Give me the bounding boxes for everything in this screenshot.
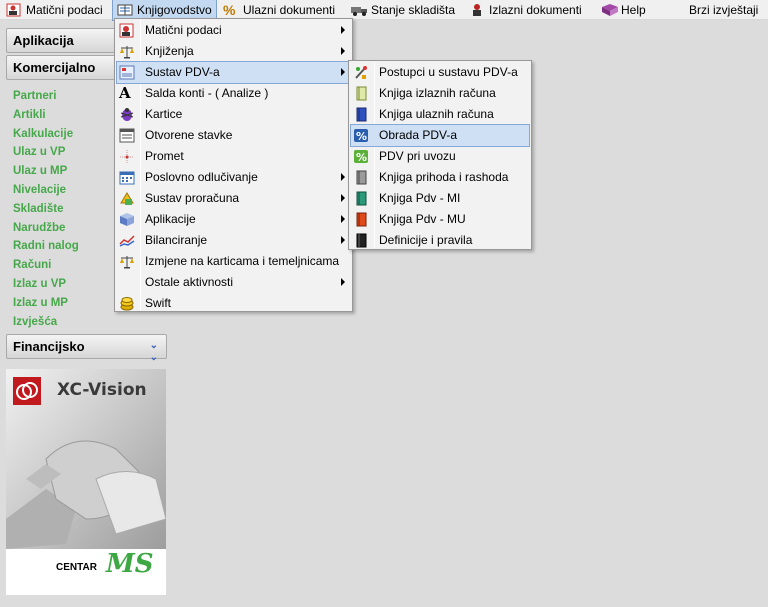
- worker-icon: [469, 3, 485, 17]
- xc-logo-mark-icon: [13, 377, 41, 405]
- list-window-icon: [119, 128, 135, 143]
- menuitem-knjiga-pdv-mu[interactable]: Knjiga Pdv - MU: [351, 209, 529, 230]
- knjigovodstvo-dropdown: Matični podaci Knjiženja Sustav PDV-a A …: [114, 18, 353, 312]
- svg-text:%: %: [356, 151, 367, 164]
- menuitem-knjizenja[interactable]: Knjiženja: [117, 41, 350, 62]
- menuitem-salda-konti[interactable]: A Salda konti - ( Analize ): [117, 83, 350, 104]
- submenu-arrow-icon: [341, 173, 345, 181]
- help-book-icon: [601, 3, 618, 17]
- menuitem-pdv-pri-uvozu[interactable]: % PDV pri uvozu: [351, 146, 529, 167]
- chevron-double-down-icon[interactable]: ⌄ ⌄: [150, 340, 158, 364]
- sidebar-link-radni-nalog[interactable]: Radni nalog: [13, 237, 79, 256]
- sidebar-link-skladiste[interactable]: Skladište: [13, 200, 79, 219]
- menuitem-knjiga-pdv-mi[interactable]: Knjiga Pdv - MI: [351, 188, 529, 209]
- menu-brzi-izvjestaji[interactable]: Brzi izvještaji: [685, 0, 762, 20]
- menuitem-definicije-pravila[interactable]: Definicije i pravila: [351, 230, 529, 251]
- scales-icon: [119, 44, 135, 59]
- letter-a-icon: A: [119, 84, 131, 102]
- book-red-icon: [353, 212, 369, 227]
- main-menubar: Matični podaci Knjigovodstvo % Ulazni do…: [0, 0, 768, 21]
- menu-ulazni-dokumenti[interactable]: % Ulazni dokumenti: [219, 0, 339, 20]
- submenu-arrow-icon: [341, 26, 345, 34]
- book-teal-icon: [353, 191, 369, 206]
- menuitem-kartice[interactable]: Kartice: [117, 104, 350, 125]
- book-gray-icon: [353, 170, 369, 185]
- submenu-arrow-icon: [341, 194, 345, 202]
- menuitem-obrada-pdv[interactable]: % Obrada PDV-a: [350, 124, 530, 147]
- xc-vision-logo-panel: XC-Vision CENTAR MS: [6, 369, 166, 595]
- menuitem-maticni-podaci[interactable]: Matični podaci: [117, 20, 350, 41]
- menuitem-swift[interactable]: Swift: [117, 293, 350, 314]
- sidebar-link-izlaz-vp[interactable]: Izlaz u VP: [13, 275, 79, 294]
- ledger-icon: [117, 3, 133, 17]
- menu-stanje-skladista[interactable]: Stanje skladišta: [347, 0, 459, 20]
- tools-icon: [353, 65, 369, 80]
- book-green-icon: [353, 86, 369, 101]
- scales-icon: [119, 254, 135, 269]
- percent-blue-icon: %: [353, 128, 369, 143]
- sidebar-link-partneri[interactable]: Partneri: [13, 87, 79, 106]
- menuitem-ostale-aktivnosti[interactable]: Ostale aktivnosti: [117, 272, 350, 293]
- calendar-grid-icon: [119, 170, 135, 185]
- menuitem-postupci-pdv[interactable]: Postupci u sustavu PDV-a: [351, 62, 529, 83]
- sidebar-link-artikli[interactable]: Artikli: [13, 106, 79, 125]
- brand-name: XC-Vision: [57, 380, 147, 400]
- person-card-icon: [6, 3, 22, 17]
- calculator-icon: [119, 191, 135, 206]
- centar-text: CENTAR: [56, 562, 97, 573]
- menuitem-knjiga-ulaznih[interactable]: Knjiga ulaznih računa: [351, 104, 529, 125]
- menuitem-knjiga-izlaznih[interactable]: Knjiga izlaznih računa: [351, 83, 529, 104]
- sidebar-link-izlaz-mp[interactable]: Izlaz u MP: [13, 294, 79, 313]
- sidebar-link-ulaz-vp[interactable]: Ulaz u VP: [13, 143, 79, 162]
- submenu-arrow-icon: [341, 236, 345, 244]
- sidebar-link-narudzbe[interactable]: Narudžbe: [13, 219, 79, 238]
- chart-line-icon: [119, 233, 135, 248]
- cube-icon: [119, 212, 135, 227]
- submenu-arrow-icon: [341, 68, 345, 76]
- sustav-pdv-submenu: Postupci u sustavu PDV-a Knjiga izlaznih…: [348, 60, 532, 250]
- crosshair-icon: [119, 149, 135, 164]
- menuitem-izmjene-na-karticama[interactable]: Izmjene na karticama i temeljnicama: [117, 251, 350, 272]
- sidebar-link-izvjesca[interactable]: Izvješća: [13, 313, 79, 332]
- menuitem-aplikacije[interactable]: Aplikacije: [117, 209, 350, 230]
- menu-help[interactable]: Help: [597, 0, 650, 20]
- sidebar-link-racuni[interactable]: Računi: [13, 256, 79, 275]
- menuitem-knjiga-prihoda[interactable]: Knjiga prihoda i rashoda: [351, 167, 529, 188]
- percent-icon: %: [223, 2, 236, 18]
- menuitem-otvorene-stavke[interactable]: Otvorene stavke: [117, 125, 350, 146]
- menuitem-poslovno-odlucivanje[interactable]: Poslovno odlučivanje: [117, 167, 350, 188]
- menuitem-sustav-pdv[interactable]: Sustav PDV-a: [116, 61, 351, 84]
- coins-icon: [119, 296, 135, 311]
- menuitem-sustav-proracuna[interactable]: Sustav proračuna: [117, 188, 350, 209]
- book-black-icon: [353, 233, 369, 248]
- menu-maticni-podaci[interactable]: Matični podaci: [2, 0, 107, 20]
- submenu-arrow-icon: [341, 215, 345, 223]
- submenu-arrow-icon: [341, 47, 345, 55]
- menu-izlazni-dokumenti[interactable]: Izlazni dokumenti: [465, 0, 586, 20]
- sidebar-link-kalkulacije[interactable]: Kalkulacije: [13, 125, 79, 144]
- ms-mark: MS: [106, 549, 154, 579]
- menu-knjigovodstvo[interactable]: Knjigovodstvo: [112, 0, 217, 21]
- tax-form-icon: [119, 65, 135, 80]
- menuitem-promet[interactable]: Promet: [117, 146, 350, 167]
- svg-text:%: %: [356, 130, 367, 143]
- sidebar-link-ulaz-mp[interactable]: Ulaz u MP: [13, 162, 79, 181]
- komercijalno-links: Partneri Artikli Kalkulacije Ulaz u VP U…: [13, 87, 79, 331]
- truck-icon: [351, 3, 367, 17]
- sidebar-link-nivelacije[interactable]: Nivelacije: [13, 181, 79, 200]
- submenu-arrow-icon: [341, 278, 345, 286]
- person-card-icon: [119, 23, 135, 38]
- percent-green-icon: %: [353, 149, 369, 164]
- section-financijsko[interactable]: Financijsko ⌄ ⌄: [6, 334, 167, 363]
- book-blue-icon: [353, 107, 369, 122]
- menuitem-bilanciranje[interactable]: Bilanciranje: [117, 230, 350, 251]
- bug-icon: [119, 107, 135, 122]
